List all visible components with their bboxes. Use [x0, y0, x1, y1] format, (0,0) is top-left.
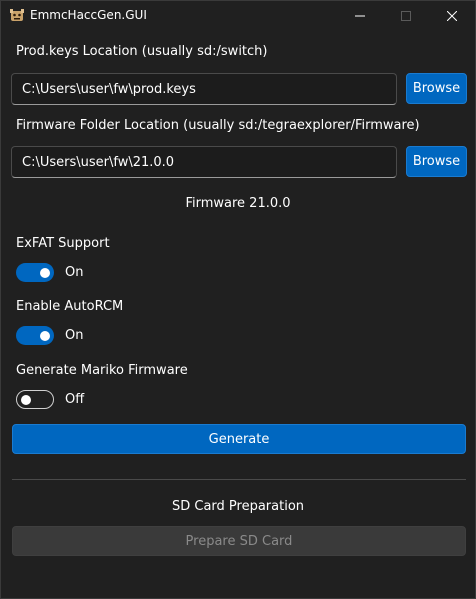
toggle-knob: [40, 267, 50, 278]
generate-button[interactable]: Generate: [12, 424, 466, 454]
prod-keys-browse-button[interactable]: Browse: [406, 73, 467, 104]
firmware-folder-browse-button[interactable]: Browse: [406, 146, 467, 177]
app-logo-icon: [10, 9, 24, 21]
minimize-icon: [355, 15, 365, 17]
window-title: EmmcHaccGen.GUI: [30, 8, 147, 22]
title-bar[interactable]: EmmcHaccGen.GUI: [1, 1, 475, 31]
autorcm-label: Enable AutoRCM: [16, 299, 124, 314]
prod-keys-path-input[interactable]: [11, 73, 397, 105]
toggle-knob: [40, 330, 50, 341]
mariko-firmware-label: Generate Mariko Firmware: [16, 363, 188, 378]
firmware-folder-label: Firmware Folder Location (usually sd:/te…: [16, 118, 420, 133]
close-icon: [447, 11, 457, 21]
firmware-folder-path-input[interactable]: [11, 146, 397, 178]
mariko-firmware-state: Off: [65, 392, 85, 407]
main-window: EmmcHaccGen.GUI Prod.keys Location (usua…: [0, 0, 476, 599]
sd-card-preparation-heading: SD Card Preparation: [171, 499, 305, 514]
mariko-firmware-toggle[interactable]: [16, 390, 54, 409]
section-divider: [12, 479, 466, 480]
prod-keys-label: Prod.keys Location (usually sd:/switch): [16, 44, 268, 59]
autorcm-state: On: [65, 328, 84, 343]
minimize-button[interactable]: [337, 1, 383, 31]
exfat-support-toggle[interactable]: [16, 263, 54, 282]
toggle-knob: [21, 394, 31, 405]
maximize-button: [383, 1, 429, 31]
exfat-support-state: On: [65, 265, 84, 280]
exfat-support-label: ExFAT Support: [16, 236, 110, 251]
firmware-version-text: Firmware 21.0.0: [185, 196, 291, 211]
close-button[interactable]: [429, 1, 475, 31]
autorcm-toggle[interactable]: [16, 326, 54, 345]
maximize-icon: [401, 11, 411, 21]
prepare-sd-card-button: Prepare SD Card: [12, 526, 466, 556]
